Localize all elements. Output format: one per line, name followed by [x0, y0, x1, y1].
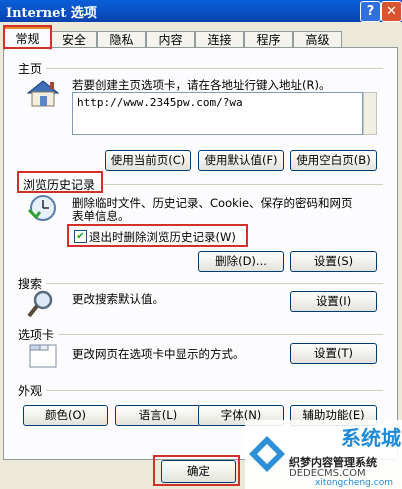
history-description-line1: 删除临时文件、历史记录、Cookie、保存的密码和网页: [72, 196, 353, 210]
close-button[interactable]: ✕: [381, 1, 402, 22]
search-settings-button[interactable]: 设置(I): [290, 291, 377, 312]
history-clock-icon: [27, 195, 56, 221]
title-bar: Internet 选项 ? ✕: [0, 0, 402, 22]
tabs-settings-button[interactable]: 设置(T): [290, 343, 377, 364]
search-separator: [46, 283, 383, 284]
home-description: 若要创建主页选项卡，请在各地址行键入地址(R)。: [72, 78, 331, 92]
watermark-domain: xitongcheng.com: [315, 478, 393, 488]
appearance-heading: 外观: [18, 384, 43, 398]
search-description: 更改搜索默认值。: [72, 292, 164, 306]
colors-button[interactable]: 颜色(O): [23, 405, 108, 426]
home-icon: [26, 80, 60, 107]
watermark: 织梦内容管理系统 DEDECMS.COM 系统城 xitongcheng.com: [245, 420, 402, 489]
history-separator: [104, 184, 383, 185]
search-icon: [27, 290, 53, 318]
languages-button[interactable]: 语言(L): [115, 405, 201, 426]
appearance-separator: [46, 390, 383, 391]
home-separator: [46, 68, 383, 69]
home-url-field[interactable]: http://www.2345pw.com/?wa: [72, 92, 363, 135]
home-heading: 主页: [18, 62, 43, 76]
highlight-ok-button: [153, 455, 240, 486]
window-title: Internet 选项: [6, 6, 97, 21]
tabs-separator: [58, 334, 383, 335]
watermark-brand: 系统城: [341, 426, 401, 450]
xitongcheng-logo-icon: [249, 436, 285, 472]
help-button[interactable]: ?: [360, 1, 381, 22]
highlight-history-heading: [17, 171, 103, 193]
home-url-scrollbar[interactable]: [363, 92, 377, 135]
delete-history-button[interactable]: 删除(D)...: [198, 251, 284, 272]
history-settings-button[interactable]: 设置(S): [290, 251, 377, 272]
use-current-button[interactable]: 使用当前页(C): [105, 150, 191, 171]
highlight-tab-general: [3, 25, 52, 49]
tabs-description: 更改网页在选项卡中显示的方式。: [72, 347, 245, 361]
use-blank-button[interactable]: 使用空白页(B): [290, 150, 377, 171]
highlight-delete-on-exit: [67, 224, 248, 247]
use-default-button[interactable]: 使用默认值(F): [198, 150, 284, 171]
history-description-line2: 表单信息。: [72, 209, 130, 223]
tabs-window-icon: [29, 344, 57, 368]
